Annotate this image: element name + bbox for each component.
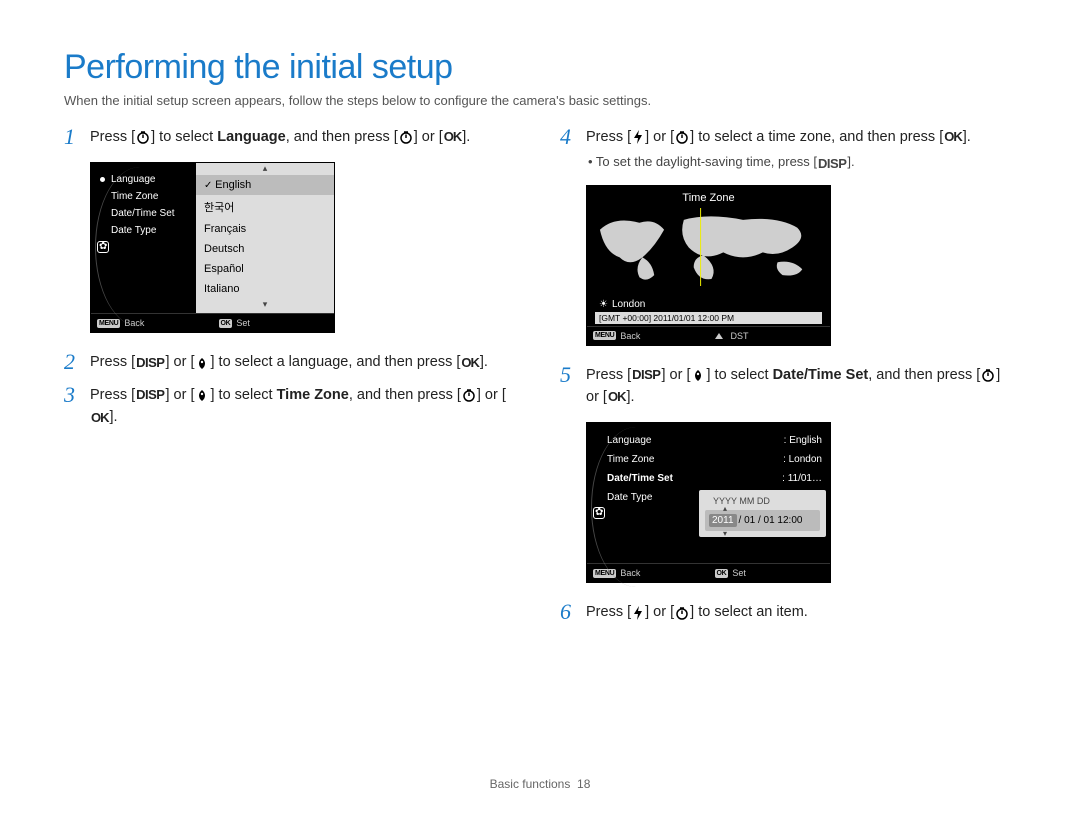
lcd-timezone: Time Zone ☀: [586, 185, 831, 346]
step-text: Press [DISP] or [] to select a language,…: [90, 351, 520, 373]
scroll-up-icon: ▴: [196, 163, 334, 175]
step-number: 3: [64, 384, 82, 406]
disp-icon: DISP: [136, 353, 164, 373]
down-arrow-icon: ▾: [723, 529, 727, 538]
timer-icon: [399, 130, 413, 144]
disp-icon: DISP: [632, 365, 660, 385]
footer-page: 18: [577, 777, 590, 791]
val-datetime: : 11/01…: [699, 469, 826, 488]
menu-item-timezone: Time Zone: [95, 188, 192, 205]
lcd-language: Language Time Zone Date/Time Set Date Ty…: [90, 162, 335, 333]
disp-icon: DISP: [818, 156, 846, 171]
ok-icon: OK: [444, 127, 462, 147]
step-2: 2 Press [DISP] or [] to select a languag…: [64, 351, 520, 373]
gear-icon: [97, 241, 109, 253]
option-deutsch: Deutsch: [196, 239, 334, 259]
step-text: Press [] or [] to select an item.: [586, 601, 1016, 623]
disp-icon: DISP: [136, 385, 164, 405]
tz-city: London: [612, 299, 645, 310]
lcd-values: : English : London : 11/01… YYYY MM DD ▴…: [699, 423, 830, 563]
step-6: 6 Press [] or [] to select an item.: [560, 601, 1016, 623]
step-text: Press [DISP] or [] to select Time Zone, …: [90, 384, 520, 429]
right-column: 4 Press [] or [] to select a time zone, …: [560, 126, 1016, 634]
option-english: English: [196, 175, 334, 195]
step-number: 4: [560, 126, 578, 148]
step-text: Press [] to select Language, and then pr…: [90, 126, 520, 148]
timer-icon: [462, 388, 476, 402]
year-field: 2011: [709, 514, 737, 527]
sun-icon: ☀: [599, 299, 608, 310]
lcd-datetime: Language Time Zone Date/Time Set Date Ty…: [586, 422, 831, 583]
macro-icon: [195, 356, 209, 370]
timer-icon: [675, 130, 689, 144]
datetime-fields: ▴ ▾ 2011 / 01 / 01 12:00: [705, 510, 820, 531]
world-map: [595, 208, 822, 297]
step-4-note: • To set the daylight-saving time, press…: [578, 154, 1016, 170]
timer-icon: [981, 368, 995, 382]
ok-icon: OK: [91, 408, 109, 428]
step-4: 4 Press [] or [] to select a time zone, …: [560, 126, 1016, 148]
flash-icon: [632, 130, 644, 144]
lcd-footer: MENUBack DST: [587, 326, 830, 345]
option-korean: 한국어: [196, 195, 334, 219]
page-title: Performing the initial setup: [64, 48, 1016, 87]
tz-title: Time Zone: [595, 192, 822, 204]
ok-icon: OK: [944, 127, 962, 147]
timer-icon: [136, 130, 150, 144]
note-text: • To set the daylight-saving time, press…: [588, 154, 855, 170]
step-text: Press [DISP] or [] to select Date/Time S…: [586, 364, 1016, 409]
menu-tag: MENU: [97, 319, 120, 328]
page-subtitle: When the initial setup screen appears, f…: [64, 93, 1016, 108]
footer-back: MENUBack: [587, 327, 709, 345]
up-arrow-icon: [715, 333, 723, 339]
ok-tag: OK: [715, 569, 729, 578]
footer-dst: DST: [709, 327, 831, 345]
footer-set: OKSet: [213, 314, 335, 332]
left-column: 1 Press [] to select Language, and then …: [64, 126, 520, 634]
footer-section: Basic functions: [490, 777, 571, 791]
tz-timestamp: [GMT +00:00] 2011/01/01 12:00 PM: [595, 312, 822, 324]
step-number: 2: [64, 351, 82, 373]
macro-icon: [195, 388, 209, 402]
step-1: 1 Press [] to select Language, and then …: [64, 126, 520, 148]
option-francais: Français: [196, 219, 334, 239]
menu-item-datetype: Date Type: [95, 222, 192, 239]
rest-fields: / 01 / 01 12:00: [739, 515, 803, 526]
menu-item-language: Language: [95, 171, 192, 188]
ok-icon: OK: [608, 387, 626, 407]
val-timezone: : London: [699, 450, 826, 469]
up-arrow-icon: ▴: [723, 504, 727, 513]
datetime-editor: YYYY MM DD ▴ ▾ 2011 / 01 / 01 12:00: [699, 490, 826, 537]
page-footer: Basic functions 18: [0, 777, 1080, 791]
step-number: 6: [560, 601, 578, 623]
option-espanol: Español: [196, 259, 334, 279]
step-text: Press [] or [] to select a time zone, an…: [586, 126, 1016, 148]
tz-city-row: ☀ London: [595, 297, 822, 310]
option-italiano: Italiano: [196, 279, 334, 299]
step-number: 1: [64, 126, 82, 148]
scroll-down-icon: ▾: [196, 299, 334, 311]
menu-item-datetime: Date/Time Set: [95, 205, 192, 222]
menu-tag: MENU: [593, 331, 616, 340]
macro-icon: [691, 368, 705, 382]
arc-decoration: [591, 427, 691, 587]
gear-icon: [593, 507, 605, 519]
step-5: 5 Press [DISP] or [] to select Date/Time…: [560, 364, 1016, 409]
val-language: : English: [699, 431, 826, 450]
ok-tag: OK: [219, 319, 233, 328]
ok-icon: OK: [461, 353, 479, 373]
step-3: 3 Press [DISP] or [] to select Time Zone…: [64, 384, 520, 429]
flash-icon: [632, 606, 644, 620]
step-number: 5: [560, 364, 578, 386]
timer-icon: [675, 606, 689, 620]
footer-set: OKSet: [709, 564, 831, 582]
lcd-options-list: ▴ English 한국어 Français Deutsch Español I…: [196, 163, 334, 313]
